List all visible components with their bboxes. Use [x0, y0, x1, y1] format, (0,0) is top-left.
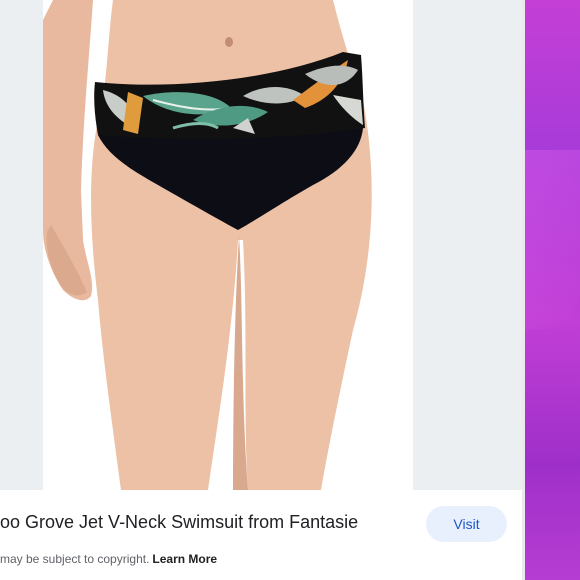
panel-edge [522, 0, 525, 580]
copyright-notice: may be subject to copyright. Learn More [0, 552, 217, 566]
image-preview-panel: oo Grove Jet V-Neck Swimsuit from Fantas… [0, 0, 522, 580]
wallpaper-wave [525, 150, 580, 330]
visit-button[interactable]: Visit [426, 506, 507, 542]
product-image[interactable] [43, 0, 413, 490]
learn-more-link[interactable]: Learn More [152, 552, 217, 566]
copyright-text: may be subject to copyright. [0, 552, 150, 566]
result-title[interactable]: oo Grove Jet V-Neck Swimsuit from Fantas… [0, 512, 358, 533]
desktop-wallpaper [525, 0, 580, 580]
preview-area [0, 0, 522, 490]
